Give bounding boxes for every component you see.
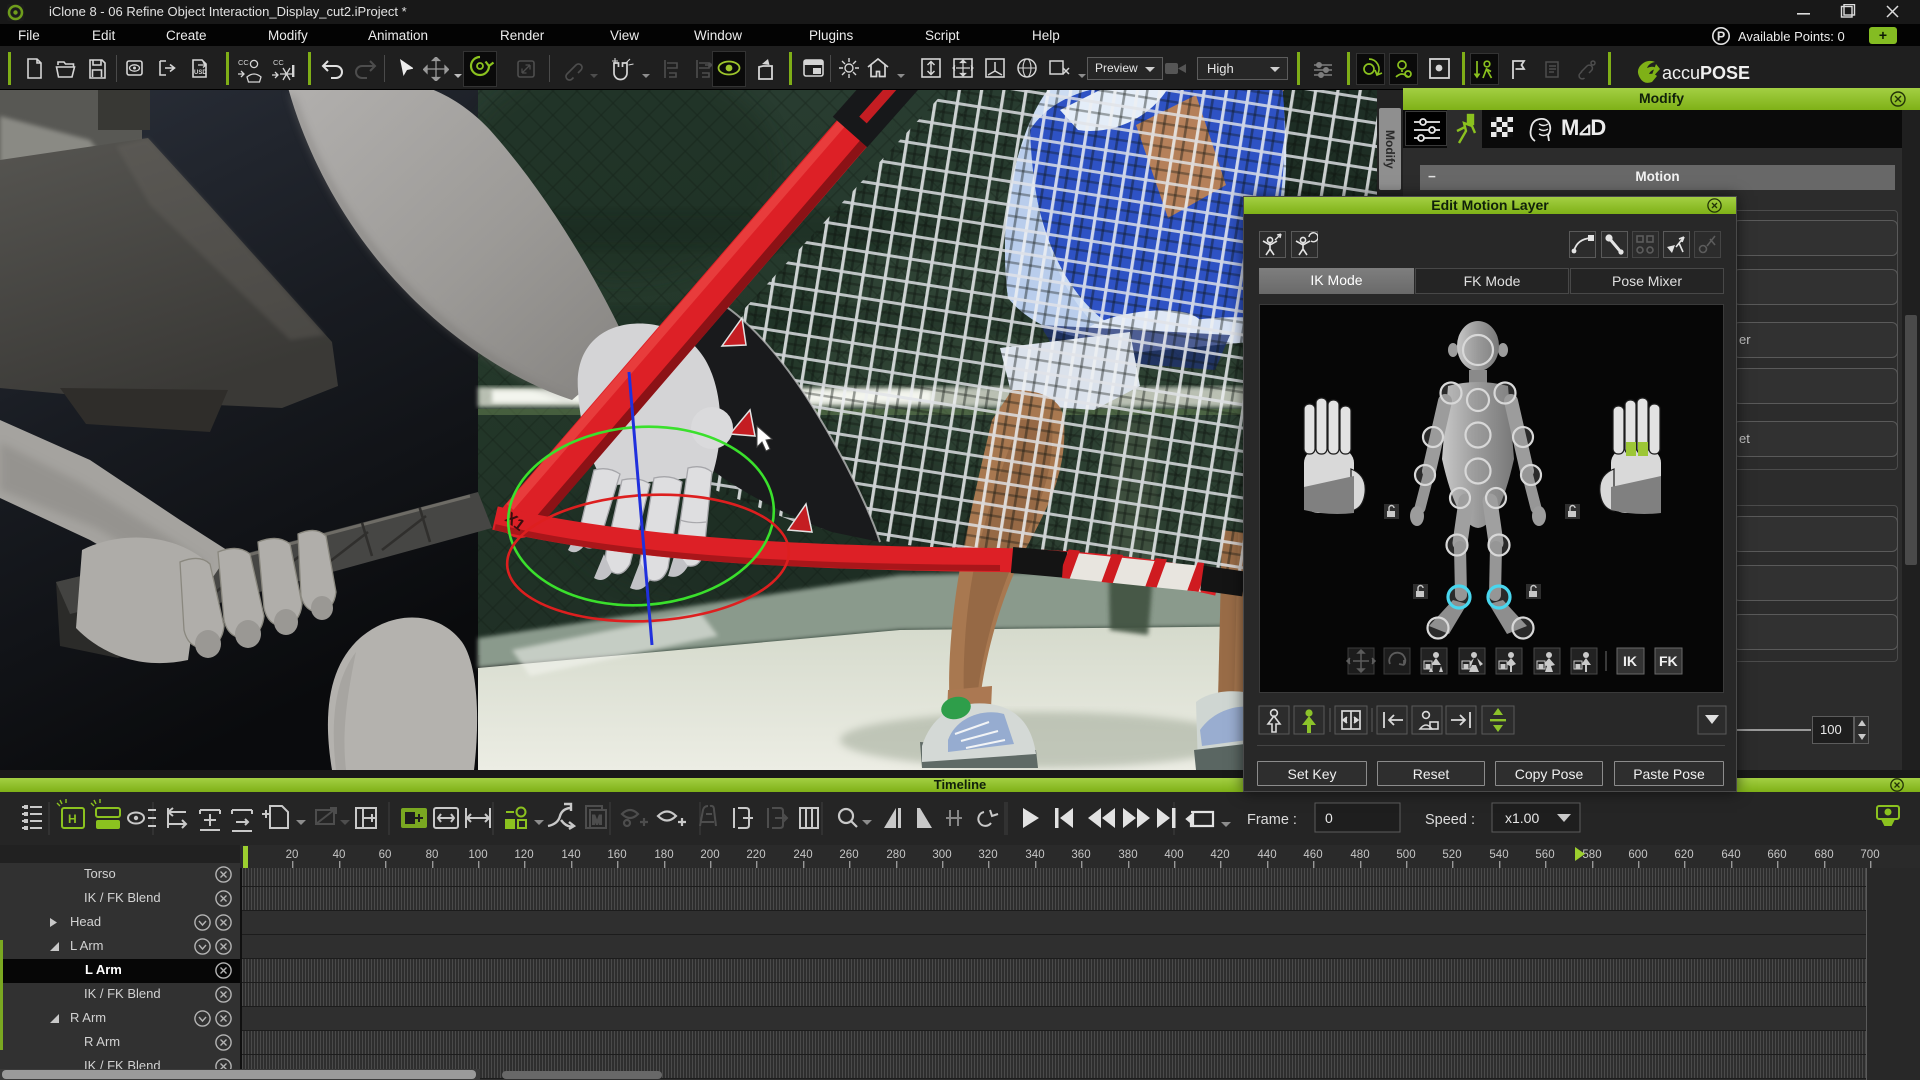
svg-text:300: 300	[932, 849, 951, 861]
svg-text:380: 380	[1118, 849, 1137, 861]
svg-text:460: 460	[1303, 849, 1322, 861]
svg-text:0: 0	[1325, 810, 1333, 826]
svg-text:Speed :: Speed :	[1425, 812, 1475, 828]
svg-text:M: M	[592, 813, 602, 827]
svg-text:480: 480	[1350, 849, 1369, 861]
svg-text:20: 20	[286, 849, 299, 861]
svg-text:240: 240	[793, 849, 812, 861]
svg-text:660: 660	[1767, 849, 1786, 861]
svg-text:640: 640	[1721, 849, 1740, 861]
svg-text:CC: CC	[273, 58, 284, 67]
svg-text:520: 520	[1442, 849, 1461, 861]
svg-text:540: 540	[1489, 849, 1508, 861]
svg-text:600: 600	[1628, 849, 1647, 861]
svg-text:500: 500	[1396, 849, 1415, 861]
svg-text:420: 420	[1210, 849, 1229, 861]
svg-text:680: 680	[1814, 849, 1833, 861]
svg-text:200: 200	[700, 849, 719, 861]
svg-text:260: 260	[839, 849, 858, 861]
svg-text:80: 80	[426, 849, 439, 861]
svg-text:Frame :: Frame :	[1247, 812, 1297, 828]
svg-text:320: 320	[978, 849, 997, 861]
svg-text:620: 620	[1674, 849, 1693, 861]
svg-text:IK: IK	[1623, 653, 1637, 669]
svg-text:USD: USD	[194, 70, 207, 76]
svg-text:180: 180	[654, 849, 673, 861]
svg-text:280: 280	[886, 849, 905, 861]
svg-text:x1.00: x1.00	[1505, 810, 1539, 826]
svg-text:60: 60	[379, 849, 392, 861]
svg-text:CC: CC	[238, 58, 249, 67]
svg-text:340: 340	[1025, 849, 1044, 861]
svg-text:700: 700	[1860, 849, 1879, 861]
svg-text:580: 580	[1582, 849, 1601, 861]
svg-text:440: 440	[1257, 849, 1276, 861]
svg-text:H: H	[68, 812, 77, 826]
svg-text:accuPOSE: accuPOSE	[1662, 63, 1750, 83]
svg-text:560: 560	[1535, 849, 1554, 861]
svg-text:120: 120	[514, 849, 533, 861]
svg-text:360: 360	[1071, 849, 1090, 861]
svg-text:100: 100	[468, 849, 487, 861]
svg-text:P: P	[1717, 30, 1725, 44]
svg-text:160: 160	[607, 849, 626, 861]
svg-text:FK: FK	[1659, 653, 1678, 669]
svg-text:400: 400	[1164, 849, 1183, 861]
svg-text:220: 220	[746, 849, 765, 861]
svg-text:140: 140	[561, 849, 580, 861]
svg-text:40: 40	[333, 849, 346, 861]
